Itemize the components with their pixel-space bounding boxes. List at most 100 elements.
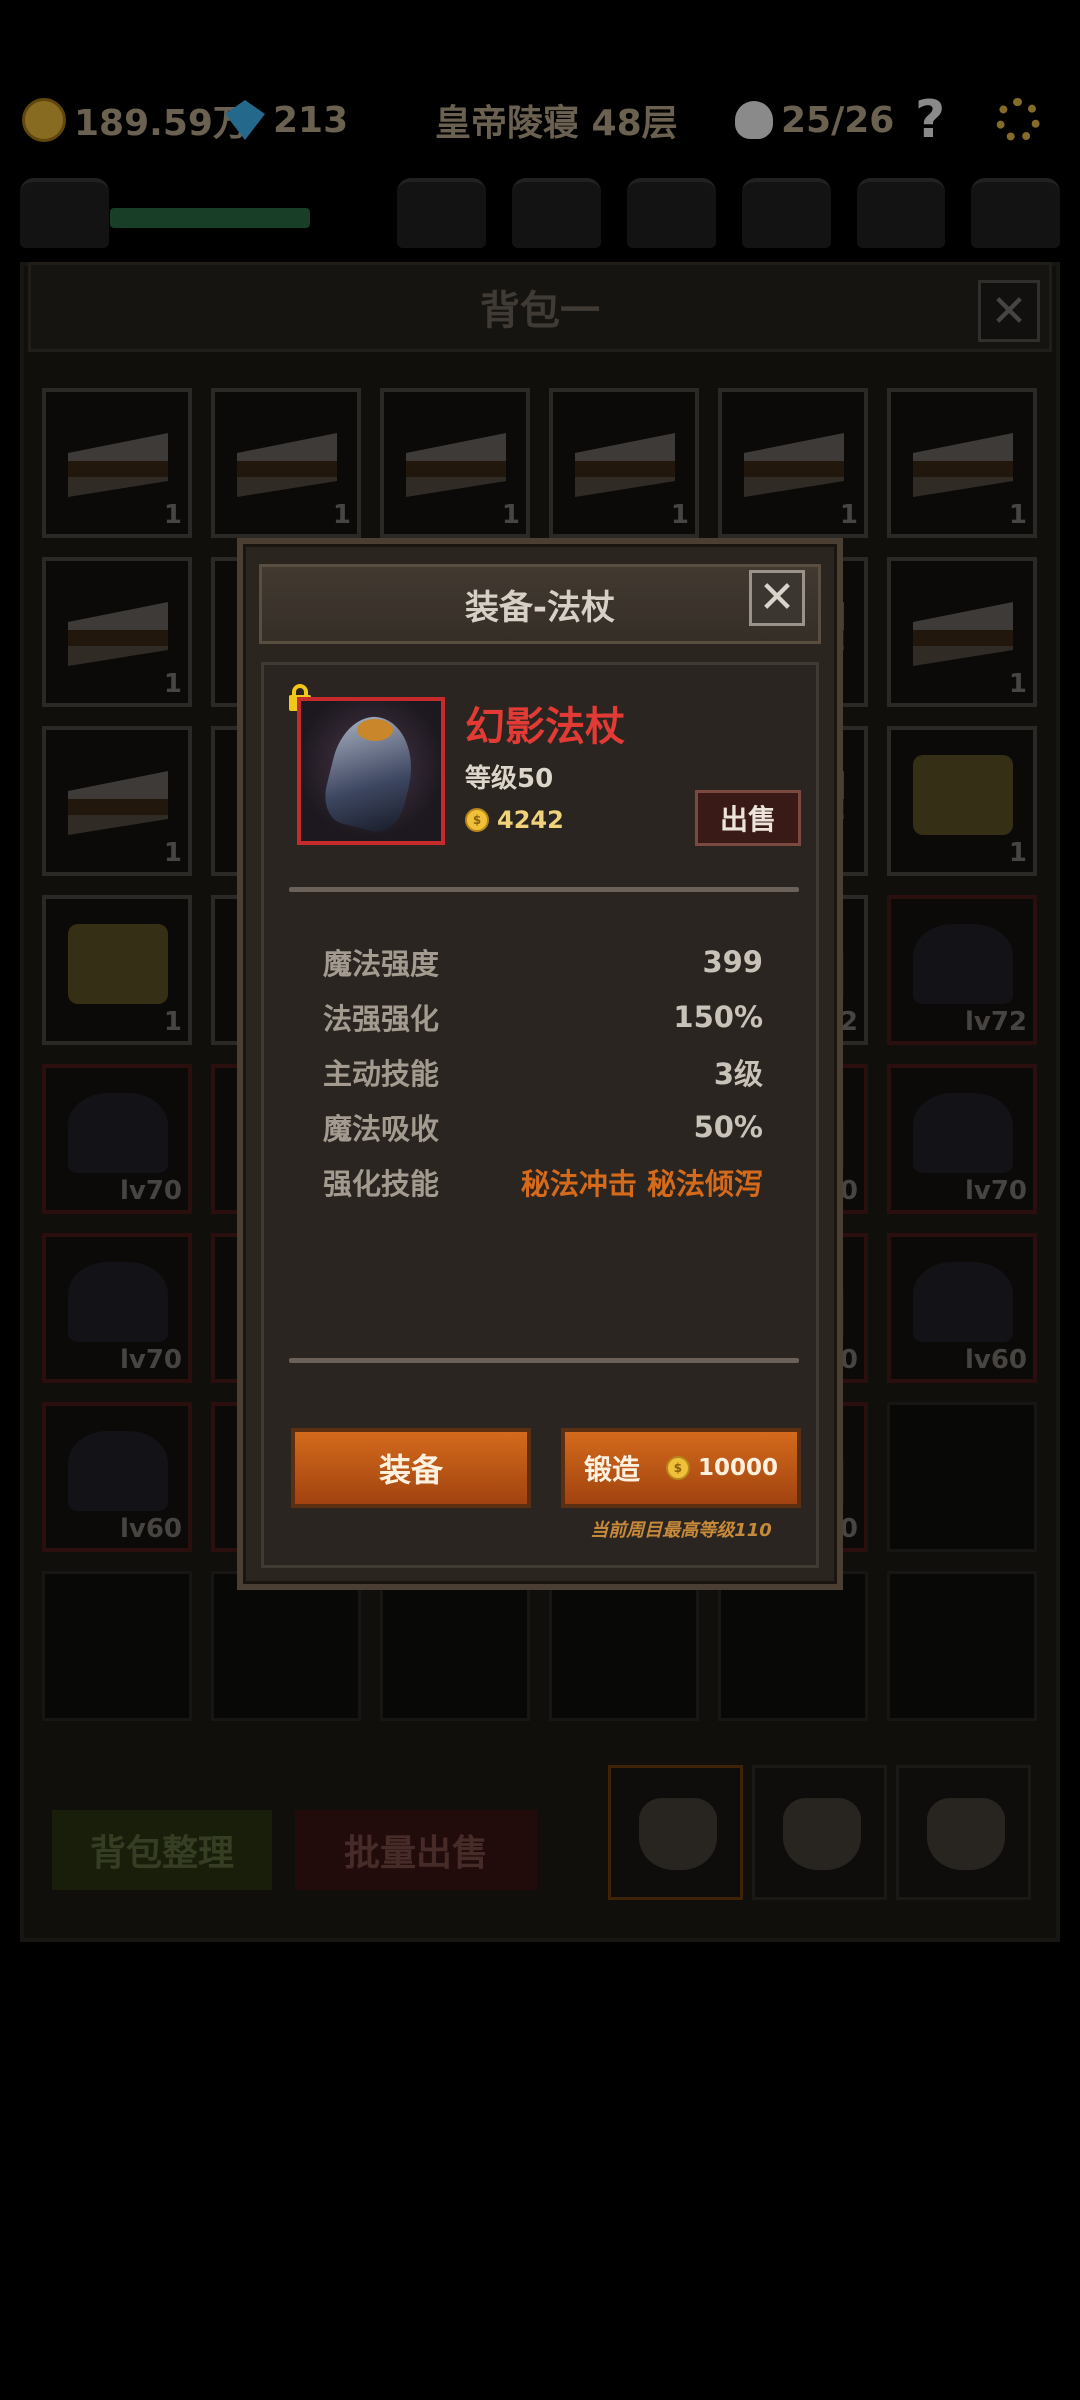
- slot-count: lv60: [964, 1345, 1027, 1375]
- bag-title: 背包一: [28, 262, 1052, 352]
- bag-slot[interactable]: 1: [887, 726, 1037, 876]
- slot-count: lv72: [964, 1007, 1027, 1037]
- bag-tab-3[interactable]: [896, 1765, 1031, 1900]
- hero-slot[interactable]: [856, 178, 946, 248]
- equipment-dialog: 装备-法杖 ✕ 幻影法杖 等级50 $ 4242 出售 魔法强度 399 法强强化 1…: [237, 538, 843, 1590]
- bag-slot[interactable]: 1: [42, 557, 192, 707]
- dialog-header: 装备-法杖: [259, 564, 821, 644]
- equipment-icon: [68, 1431, 168, 1511]
- stat-row: 法强强化 150%: [323, 992, 763, 1042]
- stat-label: 魔法强度: [323, 947, 440, 981]
- skull-amount: 25/26: [781, 99, 895, 141]
- bag-slot[interactable]: 1: [42, 388, 192, 538]
- hero-slot[interactable]: [512, 178, 601, 248]
- bag-slot[interactable]: 1: [211, 388, 361, 538]
- bag-slot[interactable]: lv60: [887, 1233, 1037, 1383]
- cake-icon: [68, 433, 168, 497]
- bag-slot[interactable]: 1: [887, 557, 1037, 707]
- stat-value: 399: [702, 945, 763, 979]
- hero-slot[interactable]: [971, 178, 1061, 248]
- bag-slot[interactable]: 1: [42, 726, 192, 876]
- cake-icon: [913, 602, 1013, 666]
- bulk-sell-button[interactable]: 批量出售: [295, 1810, 537, 1890]
- equipment-icon: [913, 924, 1013, 1004]
- gem-counter: 213: [225, 85, 348, 155]
- bag-slot[interactable]: lv70: [42, 1233, 192, 1383]
- slot-count: 1: [332, 500, 351, 530]
- equip-button[interactable]: 装备: [291, 1428, 531, 1508]
- empty-bag-slot[interactable]: [887, 1402, 1037, 1552]
- stat-label: 法强强化: [323, 1002, 440, 1036]
- bag-slot[interactable]: 1: [42, 895, 192, 1045]
- empty-bag-slot[interactable]: [380, 1571, 530, 1721]
- hero-slot[interactable]: [20, 178, 109, 248]
- slot-count: 1: [670, 500, 689, 530]
- stat-value: 150%: [673, 1000, 763, 1034]
- bag-slot[interactable]: 1: [718, 388, 868, 538]
- cake-icon: [575, 433, 675, 497]
- hero-slot[interactable]: [626, 178, 716, 248]
- cake-icon: [68, 602, 168, 666]
- stat-row: 强化技能 秘法冲击 秘法倾泻: [323, 1157, 763, 1207]
- dialog-close-button[interactable]: ✕: [749, 570, 805, 626]
- slot-count: 1: [163, 669, 182, 699]
- skull-icon: [735, 101, 773, 139]
- bag-slot[interactable]: lv60: [42, 1402, 192, 1552]
- slot-count: 1: [1008, 838, 1027, 868]
- hero-slot[interactable]: [741, 178, 831, 248]
- empty-bag-slot[interactable]: [887, 1571, 1037, 1721]
- gem-icon: [225, 100, 265, 140]
- location-label: 皇帝陵寝 48层: [435, 103, 678, 144]
- stat-value: 秘法冲击 秘法倾泻: [520, 1167, 763, 1201]
- bag-tab-2[interactable]: [752, 1765, 887, 1900]
- forge-button[interactable]: 锻造 $ 10000: [561, 1428, 801, 1508]
- bag-slot[interactable]: 1: [380, 388, 530, 538]
- slot-count: lv60: [119, 1514, 182, 1544]
- bag-slot[interactable]: lv70: [887, 1064, 1037, 1214]
- empty-bag-slot[interactable]: [211, 1571, 361, 1721]
- backpack-icon: [783, 1798, 861, 1870]
- bag-close-button[interactable]: ✕: [978, 280, 1040, 342]
- equipment-icon: [68, 1262, 168, 1342]
- bag-slot[interactable]: lv70: [42, 1064, 192, 1214]
- slot-count: 1: [163, 838, 182, 868]
- top-resource-bar: 189.59万 213 皇帝陵寝 48层 25/26 ?: [0, 85, 1080, 155]
- empty-bag-slot[interactable]: [42, 1571, 192, 1721]
- slot-count: 1: [1008, 500, 1027, 530]
- stat-value: 50%: [693, 1110, 763, 1144]
- gold-counter: 189.59万: [22, 85, 249, 155]
- health-bar: [110, 208, 310, 228]
- cake-icon: [913, 433, 1013, 497]
- sell-item-button[interactable]: 出售: [695, 790, 801, 846]
- stat-row: 魔法吸收 50%: [323, 1102, 763, 1152]
- gold-amount: 189.59万: [74, 103, 249, 144]
- slot-count: lv70: [119, 1176, 182, 1206]
- slot-count: 1: [839, 500, 858, 530]
- stat-row: 主动技能 3级: [323, 1047, 763, 1097]
- backpack-icon: [639, 1798, 717, 1870]
- divider: [289, 887, 799, 892]
- dialog-title: 装备-法杖: [464, 587, 616, 628]
- bag-slot[interactable]: lv72: [887, 895, 1037, 1045]
- stat-label: 强化技能: [323, 1167, 440, 1201]
- gold-coin-icon: [22, 98, 66, 142]
- item-price: $ 4242: [465, 806, 564, 834]
- slot-count: 1: [501, 500, 520, 530]
- forge-label: 锻造: [583, 1453, 640, 1486]
- slot-count: lv70: [119, 1345, 182, 1375]
- cake-icon: [68, 771, 168, 835]
- empty-bag-slot[interactable]: [718, 1571, 868, 1721]
- settings-button[interactable]: [996, 85, 1040, 155]
- item-portrait: [297, 697, 445, 845]
- help-button[interactable]: ?: [915, 85, 945, 155]
- divider: [289, 1358, 799, 1363]
- max-level-note: 当前周目最高等级110: [590, 1520, 772, 1541]
- equipment-icon: [68, 1093, 168, 1173]
- beer-mug-icon: [913, 755, 1013, 835]
- bag-slot[interactable]: 1: [887, 388, 1037, 538]
- bag-tab-1[interactable]: [608, 1765, 743, 1900]
- bag-slot[interactable]: 1: [549, 388, 699, 538]
- sort-bag-button[interactable]: 背包整理: [52, 1810, 272, 1890]
- empty-bag-slot[interactable]: [549, 1571, 699, 1721]
- hero-slot[interactable]: [397, 178, 487, 248]
